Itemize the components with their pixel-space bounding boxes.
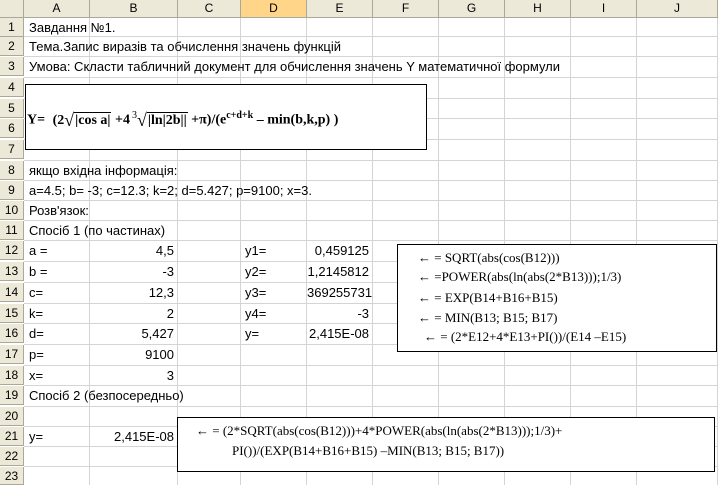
input-label-k[interactable]: k=	[29, 304, 43, 323]
cell-a19[interactable]: Спосіб 2 (безпосередньо)	[29, 386, 184, 405]
column-header-b[interactable]: B	[90, 0, 178, 18]
input-value-x[interactable]: 3	[90, 366, 174, 385]
result-value-y2[interactable]: 1,2145812	[307, 262, 369, 281]
row-header[interactable]: 4	[0, 78, 24, 97]
formula-plus-4: +4	[114, 112, 130, 128]
formula-line-y4: ← = MIN(B13; B15; B17)	[418, 310, 558, 325]
column-header-e[interactable]: E	[307, 0, 373, 18]
input-label-p[interactable]: p=	[29, 345, 44, 364]
cell-a11[interactable]: Спосіб 1 (по частинах)	[29, 221, 165, 240]
row-header[interactable]: 12	[0, 241, 24, 260]
row-header[interactable]: 23	[0, 467, 24, 485]
formula-y-label: Y=	[27, 112, 46, 128]
row-header[interactable]: 11	[0, 221, 24, 240]
result-label-y4[interactable]: y4=	[245, 304, 266, 323]
formula-exponent: c+d+k	[226, 110, 254, 121]
row-header[interactable]: 17	[0, 345, 24, 364]
row-header[interactable]: 10	[0, 201, 24, 220]
formula-pi-part: +π)/(e	[191, 112, 227, 128]
formula-line-y2: ← =POWER(abs(ln(abs(2*B13)));1/3)	[418, 269, 622, 284]
grid-line	[24, 77, 718, 78]
result-value-y4[interactable]: -3	[307, 304, 369, 323]
formula-line-y3: ← = EXP(B14+B16+B15)	[418, 290, 558, 305]
row-header[interactable]: 6	[0, 119, 24, 138]
column-header-f[interactable]: F	[373, 0, 439, 18]
result-label-y3[interactable]: y3=	[245, 283, 266, 302]
row-header[interactable]: 22	[0, 447, 24, 466]
input-label-c[interactable]: c=	[29, 283, 43, 302]
column-header-i[interactable]: I	[571, 0, 637, 18]
formula-sqrt-ln: |ln|2b||	[146, 111, 188, 128]
cell-a1[interactable]: Завдання №1.	[29, 18, 115, 37]
column-header-j[interactable]: J	[637, 0, 718, 18]
row-header[interactable]: 19	[0, 386, 24, 405]
row-header[interactable]: 20	[0, 407, 24, 426]
row-header[interactable]: 14	[0, 283, 24, 302]
formula-part-1: (2	[52, 112, 65, 128]
method2-value[interactable]: 2,415E-08	[90, 427, 174, 446]
grid-line	[24, 406, 718, 407]
row-header[interactable]: 21	[0, 427, 24, 446]
row-header[interactable]: 9	[0, 181, 24, 200]
column-header-d[interactable]: D	[241, 0, 307, 18]
row-header[interactable]: 2	[0, 37, 24, 56]
formula-image[interactable]: Y= (2√|cos a| +4 3√|ln|2b|| +π)/(ec+d+k –…	[25, 84, 427, 150]
formula-line-y1: ← = SQRT(abs(cos(B12)))	[418, 250, 560, 265]
column-header-h[interactable]: H	[505, 0, 571, 18]
cell-a3[interactable]: Умова: Скласти табличний документ для об…	[29, 57, 560, 76]
input-value-c[interactable]: 12,3	[90, 283, 174, 302]
sqrt-icon: √	[136, 109, 147, 130]
column-header-g[interactable]: G	[439, 0, 505, 18]
formula-line-y: ← = (2*E12+4*E13+PI())/(E14 –E15)	[424, 329, 627, 344]
row-header[interactable]: 1	[0, 18, 24, 37]
spreadsheet: A B C D E F G H I J 1 2 3 4 5 6 7 8 9 10…	[0, 0, 718, 485]
result-label-y1[interactable]: y1=	[245, 241, 266, 260]
row-header[interactable]: 8	[0, 161, 24, 180]
input-value-a[interactable]: 4,5	[90, 241, 174, 260]
input-value-k[interactable]: 2	[90, 304, 174, 323]
result-label-y[interactable]: y=	[245, 324, 259, 343]
input-value-p[interactable]: 9100	[90, 345, 174, 364]
cell-a9[interactable]: a=4.5; b= -3; c=12.3; k=2; d=5.427; p=91…	[29, 181, 312, 200]
method2-formula-line-2: PI())/(EXP(B14+B16+B15) –MIN(B13; B15; B…	[232, 443, 505, 458]
cell-a10[interactable]: Розв'язок:	[29, 201, 89, 220]
column-header-c[interactable]: C	[178, 0, 241, 18]
input-label-a[interactable]: a =	[29, 241, 47, 260]
method2-label[interactable]: y=	[29, 427, 43, 446]
cell-a2[interactable]: Тема.Запис виразів та обчислення значень…	[29, 37, 341, 56]
cell-a8[interactable]: якщо вхідна інформація:	[29, 161, 177, 180]
method1-formulas-textbox[interactable]: ← = SQRT(abs(cos(B12))) ← =POWER(abs(ln(…	[397, 244, 717, 352]
input-value-b[interactable]: -3	[90, 262, 174, 281]
sqrt-icon: √	[64, 109, 75, 130]
result-value-y[interactable]: 2,415E-08	[307, 324, 369, 343]
formula-min-part: – min(b,k,p) )	[256, 112, 339, 128]
method2-formula-textbox[interactable]: ← = (2*SQRT(abs(cos(B12)))+4*POWER(abs(l…	[177, 417, 715, 472]
method2-formula-line-1: ← = (2*SQRT(abs(cos(B12)))+4*POWER(abs(l…	[196, 423, 563, 438]
result-label-y2[interactable]: y2=	[245, 262, 266, 281]
input-value-d[interactable]: 5,427	[90, 324, 174, 343]
select-all-corner[interactable]	[0, 0, 24, 18]
result-value-y1[interactable]: 0,459125	[307, 241, 369, 260]
row-header[interactable]: 13	[0, 262, 24, 281]
input-label-b[interactable]: b =	[29, 262, 47, 281]
input-label-x[interactable]: x=	[29, 366, 43, 385]
column-header-a[interactable]: A	[24, 0, 90, 18]
row-header[interactable]: 3	[0, 57, 24, 76]
row-header[interactable]: 7	[0, 140, 24, 159]
row-header[interactable]: 15	[0, 304, 24, 323]
row-header[interactable]: 18	[0, 366, 24, 385]
row-header[interactable]: 5	[0, 99, 24, 118]
row-header[interactable]: 16	[0, 324, 24, 343]
input-label-d[interactable]: d=	[29, 324, 44, 343]
result-value-y3[interactable]: 369255731	[307, 283, 372, 302]
grid-line	[24, 200, 718, 201]
formula-sqrt-cos: |cos a|	[74, 111, 112, 128]
